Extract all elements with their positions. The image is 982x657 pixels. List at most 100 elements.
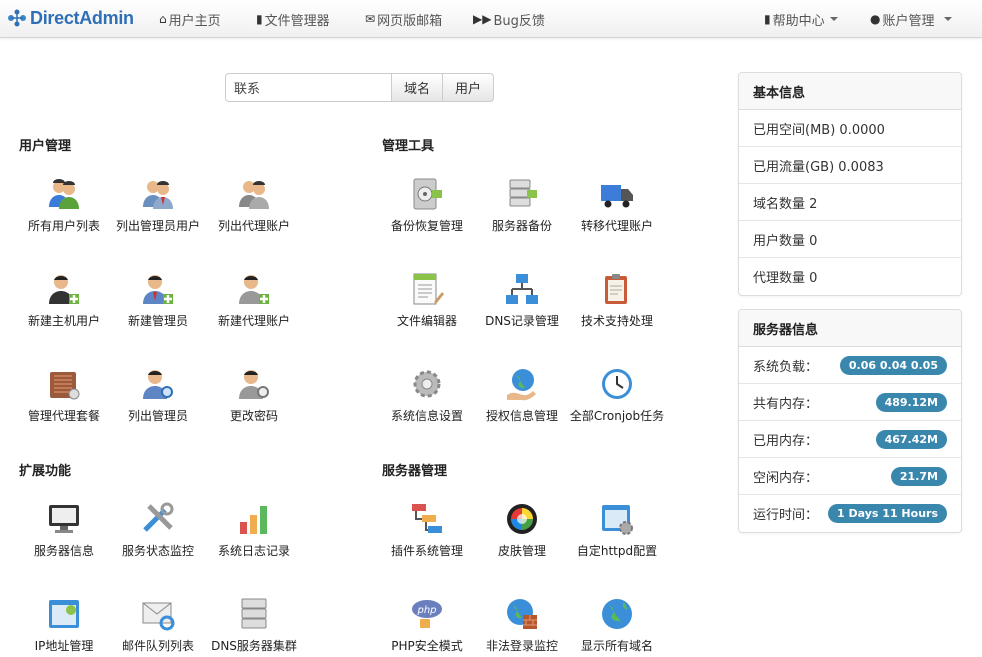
stat-label: 运行时间： (753, 508, 819, 523)
tile-label: 列出代理账户 (217, 219, 290, 233)
globe-icon (602, 599, 632, 629)
tile-license-management[interactable]: 授权信息管理 (474, 367, 570, 424)
tile-system-settings[interactable]: 系统信息设置 (379, 367, 475, 424)
status-badge: 21.7M (890, 466, 947, 486)
tile-file-editor[interactable]: 文件编辑器 (379, 272, 475, 329)
info-row: 已用空间(MB) 0.0000 (739, 110, 961, 147)
server-stat-row: 系统负载： 0.06 0.04 0.05 (739, 347, 961, 384)
server-stat-row: 运行时间： 1 Days 11 Hours (739, 495, 961, 532)
tile-label: PHP安全模式 (391, 639, 463, 653)
tools-wrench-icon (143, 502, 174, 532)
tile-label: 显示所有域名 (580, 639, 653, 653)
add-user-icon (49, 275, 79, 304)
admin-search-icon (143, 370, 173, 399)
tile-service-monitor[interactable]: 服务状态监控 (110, 502, 206, 559)
section-title-server-management: 服务器管理 (382, 464, 448, 479)
nav-webmail[interactable]: ✉ 网页版邮箱 (365, 0, 442, 38)
info-text: 用户数量 0 (753, 233, 818, 249)
bar-chart-icon (240, 506, 267, 534)
tile-label: 自定httpd配置 (576, 544, 658, 558)
tile-list-reseller-accounts[interactable]: 列出代理账户 (206, 177, 302, 234)
tile-dns-cluster[interactable]: DNS服务器集群 (206, 597, 302, 654)
tile-dns-records[interactable]: DNS记录管理 (474, 272, 570, 329)
truck-icon (601, 185, 633, 208)
network-icon (506, 274, 538, 304)
users-group-icon (49, 179, 79, 209)
add-admin-icon (143, 275, 173, 304)
server-rack-icon (241, 598, 267, 629)
tile-brute-force-monitor[interactable]: 非法登录监控 (474, 597, 570, 654)
backup-disk-icon (413, 178, 442, 210)
info-text: 已用流量(GB) 0.0083 (753, 159, 884, 175)
tile-show-all-domains[interactable]: 显示所有域名 (569, 597, 665, 654)
tile-create-user[interactable]: 新建主机用户 (16, 272, 112, 329)
nav-file-manager[interactable]: ▮ 文件管理器 (256, 0, 330, 38)
tile-skin-manager[interactable]: 皮肤管理 (474, 502, 570, 559)
tile-mail-queue[interactable]: 邮件队列列表 (110, 597, 206, 654)
plugin-tree-icon (412, 504, 442, 533)
nav-help-center[interactable]: ▮ 帮助中心 (764, 0, 838, 38)
search-domain-button[interactable]: 域名 (391, 73, 444, 102)
server-info-panel: 服务器信息 系统负载： 0.06 0.04 0.05 共有内存： 489.12M 已… (738, 309, 962, 533)
tile-create-admin[interactable]: 新建管理员 (110, 272, 206, 329)
section-title-admin-tools: 管理工具 (382, 139, 435, 154)
color-wheel-icon (507, 504, 537, 534)
molecule-logo-icon (8, 9, 26, 27)
tile-label: 全部Cronjob任务 (569, 409, 665, 423)
tile-plugin-manager[interactable]: 插件系统管理 (379, 502, 475, 559)
tile-label: 插件系统管理 (390, 544, 463, 558)
globe-hand-icon (507, 369, 536, 401)
brand-logo[interactable]: DirectAdmin (6, 6, 134, 30)
tile-all-users[interactable]: 所有用户列表 (16, 177, 112, 234)
info-row: 用户数量 0 (739, 221, 961, 258)
status-badge: 1 Days 11 Hours (828, 504, 947, 523)
file-edit-icon (413, 273, 444, 305)
tile-label: 新建主机用户 (27, 314, 100, 328)
search-input[interactable] (225, 73, 391, 102)
tile-label: 皮肤管理 (497, 544, 546, 558)
tile-label: 非法登录监控 (485, 639, 558, 653)
server-stat-row: 空闲内存： 21.7M (739, 458, 961, 495)
nav-user-home[interactable]: ⌂ 用户主页 (159, 0, 221, 38)
tile-php-safe-mode[interactable]: php PHP安全模式 (379, 597, 475, 654)
tile-manage-reseller-packages[interactable]: 管理代理套餐 (16, 367, 112, 424)
tile-all-cronjobs[interactable]: 全部Cronjob任务 (569, 367, 665, 424)
package-box-icon (50, 372, 80, 400)
tile-list-admins[interactable]: 列出管理员 (110, 367, 206, 424)
info-row: 域名数量 2 (739, 184, 961, 221)
tile-create-reseller[interactable]: 新建代理账户 (206, 272, 302, 329)
section-title-user-management: 用户管理 (19, 139, 72, 154)
tile-ip-management[interactable]: IP地址管理 (16, 597, 112, 654)
tile-label: 邮件队列列表 (121, 639, 194, 653)
server-stat-row: 已用内存： 467.42M (739, 421, 961, 458)
tile-custom-httpd[interactable]: 自定httpd配置 (569, 502, 665, 559)
status-badge: 0.06 0.04 0.05 (839, 355, 947, 375)
nav-bug-report[interactable]: ▶▶ Bug反馈 (473, 0, 545, 38)
tile-label: DNS记录管理 (485, 314, 559, 328)
tile-server-backup[interactable]: 服务器备份 (474, 177, 570, 234)
add-reseller-icon (239, 275, 269, 304)
panel-title: 基本信息 (739, 73, 961, 110)
tile-label: 更改密码 (229, 409, 278, 423)
nav-label: Bug反馈 (493, 13, 545, 29)
gear-icon (413, 370, 441, 398)
tile-support-tickets[interactable]: 技术支持处理 (569, 272, 665, 329)
tile-list-admin-users[interactable]: 列出管理员用户 (110, 177, 206, 234)
ip-window-icon (49, 600, 79, 628)
tile-server-info[interactable]: 服务器信息 (16, 502, 112, 559)
search-user-button[interactable]: 用户 (443, 73, 495, 102)
file-icon: ▮ (256, 12, 263, 26)
top-navbar: DirectAdmin ⌂ 用户主页 ▮ 文件管理器 ✉ 网页版邮箱 ▶▶ Bu… (0, 0, 982, 38)
nav-account[interactable]: ● 账户管理 (870, 0, 952, 38)
search-group: 域名 用户 (225, 73, 495, 102)
server-stat-row: 共有内存： 489.12M (739, 384, 961, 421)
window-gear-icon (602, 505, 633, 535)
tile-transfer-reseller[interactable]: 转移代理账户 (569, 177, 665, 234)
tile-system-logs[interactable]: 系统日志记录 (206, 502, 302, 559)
status-badge: 467.42M (875, 429, 947, 449)
stat-label: 空闲内存： (753, 470, 819, 486)
tile-backup-restore[interactable]: 备份恢复管理 (379, 177, 475, 234)
tile-change-password[interactable]: 更改密码 (206, 367, 302, 424)
tile-label: 服务状态监控 (121, 544, 194, 558)
tile-label: 服务器备份 (491, 219, 552, 233)
